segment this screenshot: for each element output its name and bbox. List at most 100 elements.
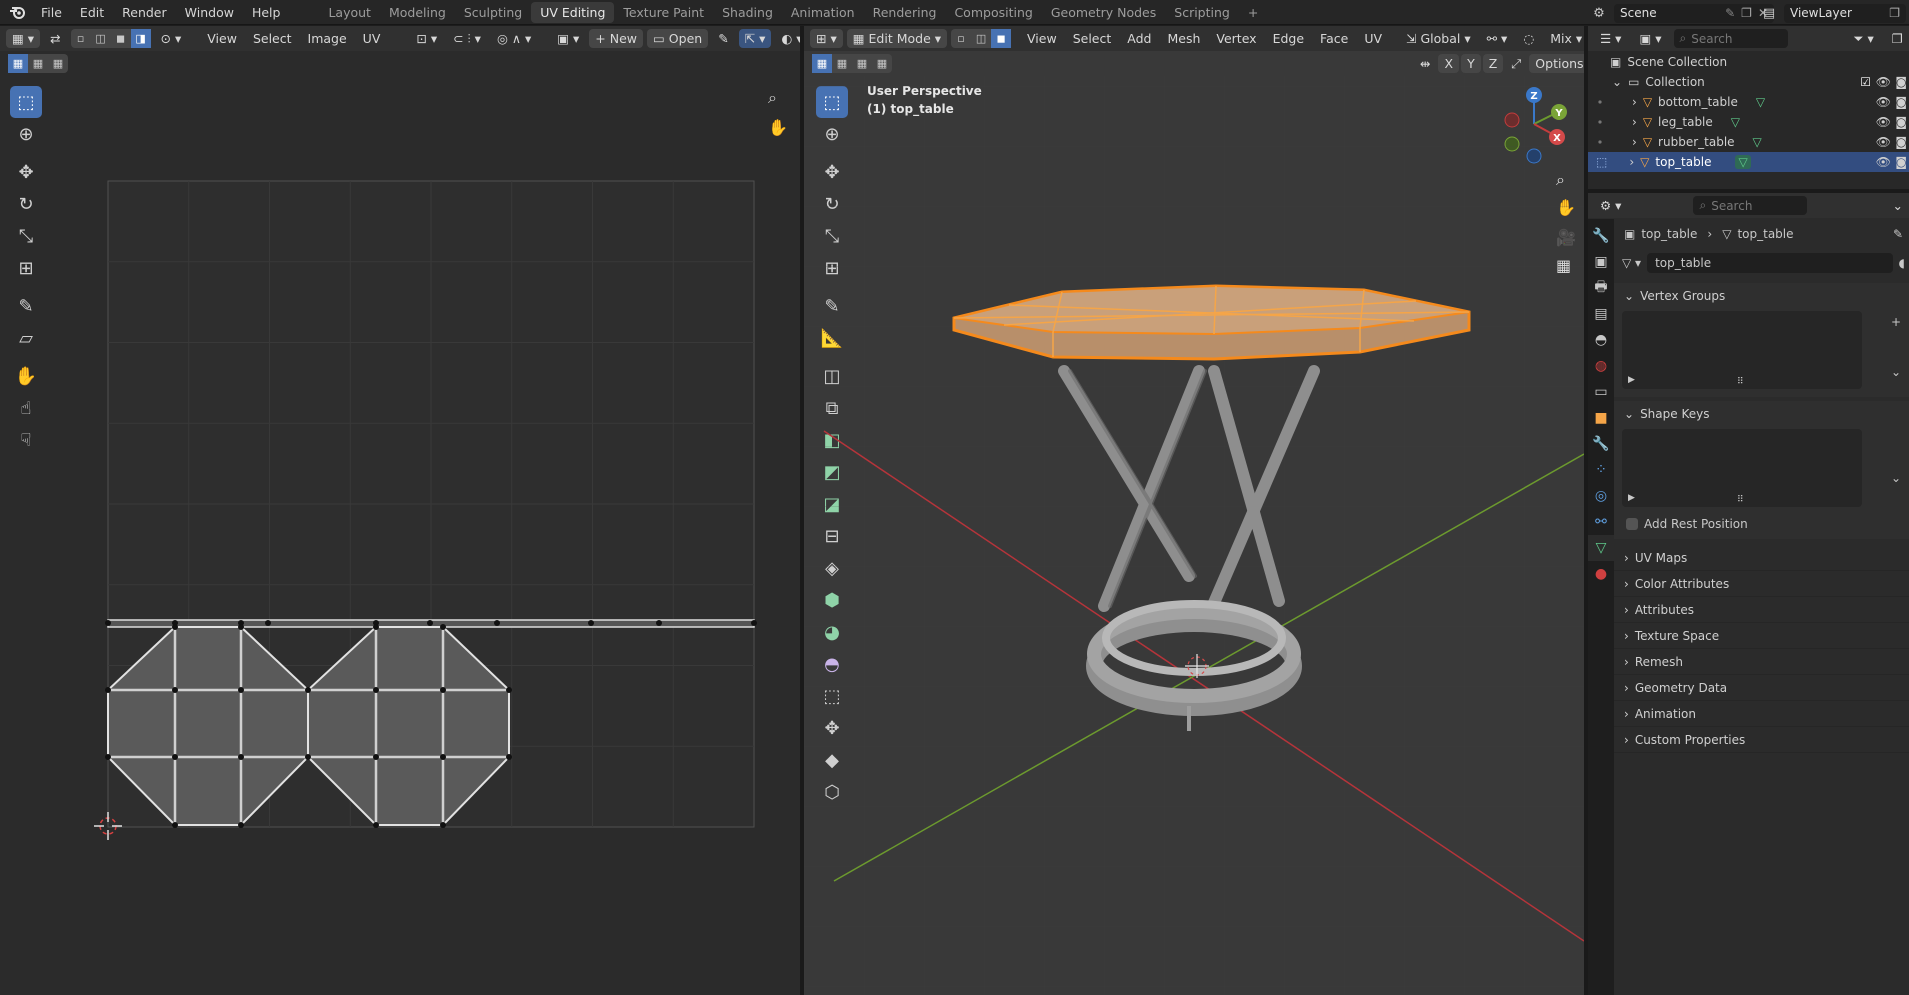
vp-transform-tool-icon[interactable]: ⊞ xyxy=(816,252,848,284)
uv-maps-section[interactable]: › UV Maps xyxy=(1614,545,1909,571)
uv-subheader-mode-icons[interactable]: ▦ ▦ ▦ xyxy=(8,54,68,73)
shrink-fatten-tool-icon[interactable]: ⬚ xyxy=(816,680,848,712)
visibility-eye-icon[interactable]: 👁 xyxy=(1876,75,1891,89)
tab-uv-editing[interactable]: UV Editing xyxy=(531,1,615,23)
outliner-search[interactable]: ⌕ Search xyxy=(1673,29,1788,48)
visibility-eye-icon[interactable]: 👁 xyxy=(1876,155,1891,169)
render-camera-icon[interactable]: ◙ xyxy=(1895,75,1907,89)
new-scene-icon[interactable]: ❐ xyxy=(1741,6,1752,20)
physics-tab-icon[interactable]: ◎ xyxy=(1588,483,1614,509)
filter-icon[interactable]: ⏷ ▾ xyxy=(1848,29,1880,48)
vp-cursor-tool-icon[interactable]: ⊕ xyxy=(816,118,848,150)
vp-move-tool-icon[interactable]: ✥ xyxy=(816,156,848,188)
vp-measure-tool-icon[interactable]: 📐 xyxy=(816,322,848,354)
bevel-tool-icon[interactable]: ◩ xyxy=(816,456,848,488)
mesh-data-icon[interactable]: ▽ xyxy=(1735,155,1751,169)
vertex-groups-header[interactable]: ⌄ Vertex Groups xyxy=(1614,283,1909,309)
object-row-leg-table[interactable]: › ▽ leg_table ▽ 👁 ◙ xyxy=(1588,112,1909,132)
constraints-tab-icon[interactable]: ⚯ xyxy=(1588,509,1614,535)
editor-type-icon[interactable]: ▦ ▾ xyxy=(6,29,41,48)
expand-chevron-icon[interactable]: › xyxy=(1632,95,1637,109)
proportional-mix-selector[interactable]: Mix ▾ xyxy=(1544,29,1584,48)
add-cube-tool-icon[interactable]: ◫ xyxy=(816,360,848,392)
texture-space-section[interactable]: › Texture Space xyxy=(1614,623,1909,649)
tab-modeling[interactable]: Modeling xyxy=(380,2,455,23)
mirror-y-toggle[interactable]: Y xyxy=(1461,54,1481,73)
move-tool-icon[interactable]: ✥ xyxy=(10,156,42,188)
properties-search[interactable]: ⌕ Search xyxy=(1693,196,1808,215)
mesh-browse-icon[interactable]: ▽ ▾ xyxy=(1622,256,1641,270)
edit-dot-icon[interactable] xyxy=(1598,120,1602,124)
render-camera-icon[interactable]: ◙ xyxy=(1895,155,1907,169)
loop-cut-tool-icon[interactable]: ◪ xyxy=(816,488,848,520)
viewport-editor-type-icon[interactable]: ⊞ ▾ xyxy=(810,29,843,48)
properties-editor-type-icon[interactable]: ⚙ ▾ xyxy=(1594,196,1627,215)
tab-texture-paint[interactable]: Texture Paint xyxy=(614,2,713,23)
scene-tab-icon[interactable]: ◓ xyxy=(1588,327,1614,353)
uv-gizmo-icon[interactable]: ⇱ ▾ xyxy=(738,29,772,48)
vp-menu-vertex[interactable]: Vertex xyxy=(1210,29,1262,48)
tab-compositing[interactable]: Compositing xyxy=(945,2,1041,23)
view-layer-icon[interactable]: ▤ xyxy=(1758,3,1780,23)
attributes-section[interactable]: › Attributes xyxy=(1614,597,1909,623)
mesh-data-icon[interactable]: ▽ xyxy=(1756,95,1765,109)
checkbox-icon[interactable]: ☑ xyxy=(1860,75,1871,89)
tab-animation[interactable]: Animation xyxy=(782,2,864,23)
pivot-point-icon[interactable]: ⚯ ▾ xyxy=(1481,29,1514,48)
viewport-subheader-mode-icons[interactable]: ▦ ▦ ▦ ▦ xyxy=(812,54,892,73)
camera-view-icon[interactable]: 🎥 xyxy=(1556,228,1576,247)
tab-geometry-nodes[interactable]: Geometry Nodes xyxy=(1042,2,1165,23)
new-view-layer-icon[interactable]: ❐ xyxy=(1889,6,1900,20)
data-tab-icon[interactable]: ▽ xyxy=(1588,535,1614,561)
modifier-tab-icon[interactable]: 🔧 xyxy=(1588,431,1614,457)
particles-tab-icon[interactable]: ⁘ xyxy=(1588,457,1614,483)
pin-image-icon[interactable]: ✎ xyxy=(712,29,734,48)
vp-scale-tool-icon[interactable]: ⤡ xyxy=(816,220,848,252)
rotate-tool-icon[interactable]: ↻ xyxy=(10,188,42,220)
visibility-eye-icon[interactable]: 👁 xyxy=(1876,115,1891,129)
expand-chevron-icon[interactable]: › xyxy=(1629,155,1634,169)
tool-tab-icon[interactable]: 🔧 xyxy=(1588,223,1614,249)
mesh-select-mode[interactable]: ▫ ◫ ◼ xyxy=(951,29,1012,48)
expand-chevron-icon[interactable]: › xyxy=(1632,135,1637,149)
resize-grip-icon[interactable]: ⠿ xyxy=(1737,495,1744,505)
menu-edit[interactable]: Edit xyxy=(71,5,113,20)
shape-keys-header[interactable]: ⌄ Shape Keys xyxy=(1614,401,1909,427)
mesh-data-icon[interactable]: ▽ xyxy=(1731,115,1740,129)
to-sphere-tool-icon[interactable]: ⬡ xyxy=(816,776,848,808)
list-expand-icon[interactable]: ▶ xyxy=(1628,375,1635,385)
proportional-edit-icon[interactable]: ◎ ∧ ▾ xyxy=(491,29,537,48)
shear-tool-icon[interactable]: ✥ xyxy=(816,712,848,744)
rip-tool-icon[interactable]: ▱ xyxy=(10,322,42,354)
vertex-groups-list[interactable]: ▶ ⠿ xyxy=(1622,311,1862,389)
tab-layout[interactable]: Layout xyxy=(319,2,380,23)
pivot-icon[interactable]: ⊡ ▾ xyxy=(410,29,443,48)
grab-tool-icon[interactable]: ✋ xyxy=(10,360,42,392)
mesh-name-field[interactable]: top_table xyxy=(1647,253,1893,273)
collection-tab-icon[interactable]: ▭ xyxy=(1588,379,1614,405)
vp-menu-add[interactable]: Add xyxy=(1121,29,1157,48)
geometry-data-section[interactable]: › Geometry Data xyxy=(1614,675,1909,701)
menu-window[interactable]: Window xyxy=(176,5,243,20)
new-image-button[interactable]: + New xyxy=(589,29,643,48)
uv-menu-view[interactable]: View xyxy=(201,29,243,48)
color-attributes-section[interactable]: › Color Attributes xyxy=(1614,571,1909,597)
cursor-tool-icon[interactable]: ⊕ xyxy=(10,118,42,150)
uv-overlay-icon[interactable]: ◐ ▾ xyxy=(775,29,800,48)
vp-menu-edge[interactable]: Edge xyxy=(1267,29,1310,48)
edge-slide-tool-icon[interactable]: ◓ xyxy=(816,648,848,680)
custom-properties-section[interactable]: › Custom Properties xyxy=(1614,727,1909,753)
shape-keys-list[interactable]: ▶ ⠿ xyxy=(1622,429,1862,507)
edit-mode-object-icon[interactable]: ⬚ xyxy=(1596,155,1607,169)
material-tab-icon[interactable]: ● xyxy=(1588,561,1614,587)
vp-menu-face[interactable]: Face xyxy=(1314,29,1354,48)
uv-menu-select[interactable]: Select xyxy=(247,29,298,48)
snapping-icon[interactable]: ◌ xyxy=(1517,29,1540,48)
vp-menu-select[interactable]: Select xyxy=(1067,29,1118,48)
display-mode-icon[interactable]: ▣ ▾ xyxy=(1633,29,1667,48)
render-tab-icon[interactable]: ▣ xyxy=(1588,249,1614,275)
mirror-icon[interactable]: ⇹ xyxy=(1414,54,1436,73)
pin-icon[interactable]: ✎ xyxy=(1893,227,1903,241)
sticky-select-icon[interactable]: ⊙ ▾ xyxy=(155,29,188,48)
pin-icon[interactable]: ✎ xyxy=(1725,6,1735,20)
